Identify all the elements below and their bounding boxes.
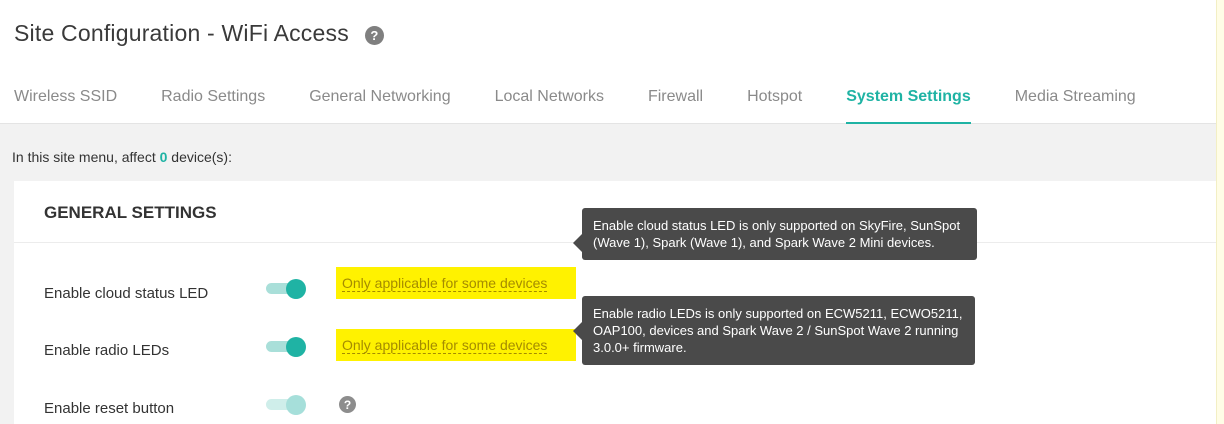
toggle-knob xyxy=(286,395,306,415)
tab-system-settings[interactable]: System Settings xyxy=(846,88,972,124)
cloud-status-led-note[interactable]: Only applicable for some devices xyxy=(336,267,576,299)
tab-wireless-ssid[interactable]: Wireless SSID xyxy=(14,88,117,124)
section-title: GENERAL SETTINGS xyxy=(44,203,217,222)
right-edge-strip xyxy=(1216,0,1224,424)
radio-leds-note[interactable]: Only applicable for some devices xyxy=(336,329,576,361)
radio-leds-label: Enable radio LEDs xyxy=(44,342,170,359)
cloud-status-led-label: Enable cloud status LED xyxy=(44,285,209,302)
cloud-status-led-tooltip: Enable cloud status LED is only supporte… xyxy=(573,208,977,260)
toggle-knob xyxy=(286,279,306,299)
reset-button-help-icon[interactable]: ? xyxy=(339,396,356,413)
page-title: Site Configuration - WiFi Access xyxy=(14,20,349,46)
help-icon[interactable]: ? xyxy=(364,25,384,45)
page: Site Configuration - WiFi Access ? Wirel… xyxy=(0,0,1224,424)
tab-radio-settings[interactable]: Radio Settings xyxy=(161,88,265,124)
tab-media-streaming[interactable]: Media Streaming xyxy=(1015,88,1136,124)
affect-suffix: device(s): xyxy=(167,149,232,165)
tab-bar: Wireless SSID Radio Settings General Net… xyxy=(14,88,1180,124)
cloud-status-led-toggle[interactable] xyxy=(266,279,308,299)
title-row: Site Configuration - WiFi Access ? xyxy=(14,20,384,47)
note-text: Only applicable for some devices xyxy=(342,336,548,354)
affect-devices-text: In this site menu, affect 0 device(s): xyxy=(12,149,232,165)
tab-general-networking[interactable]: General Networking xyxy=(309,88,450,124)
radio-leds-toggle[interactable] xyxy=(266,337,308,357)
tab-hotspot[interactable]: Hotspot xyxy=(747,88,802,124)
radio-leds-tooltip: Enable radio LEDs is only supported on E… xyxy=(573,296,975,365)
affect-prefix: In this site menu, affect xyxy=(12,149,160,165)
note-text: Only applicable for some devices xyxy=(342,274,548,292)
reset-button-toggle[interactable] xyxy=(266,395,308,415)
tab-firewall[interactable]: Firewall xyxy=(648,88,703,124)
toggle-knob xyxy=(286,337,306,357)
tab-local-networks[interactable]: Local Networks xyxy=(495,88,604,124)
page-header: Site Configuration - WiFi Access ? Wirel… xyxy=(0,0,1216,124)
reset-button-label: Enable reset button xyxy=(44,400,175,417)
